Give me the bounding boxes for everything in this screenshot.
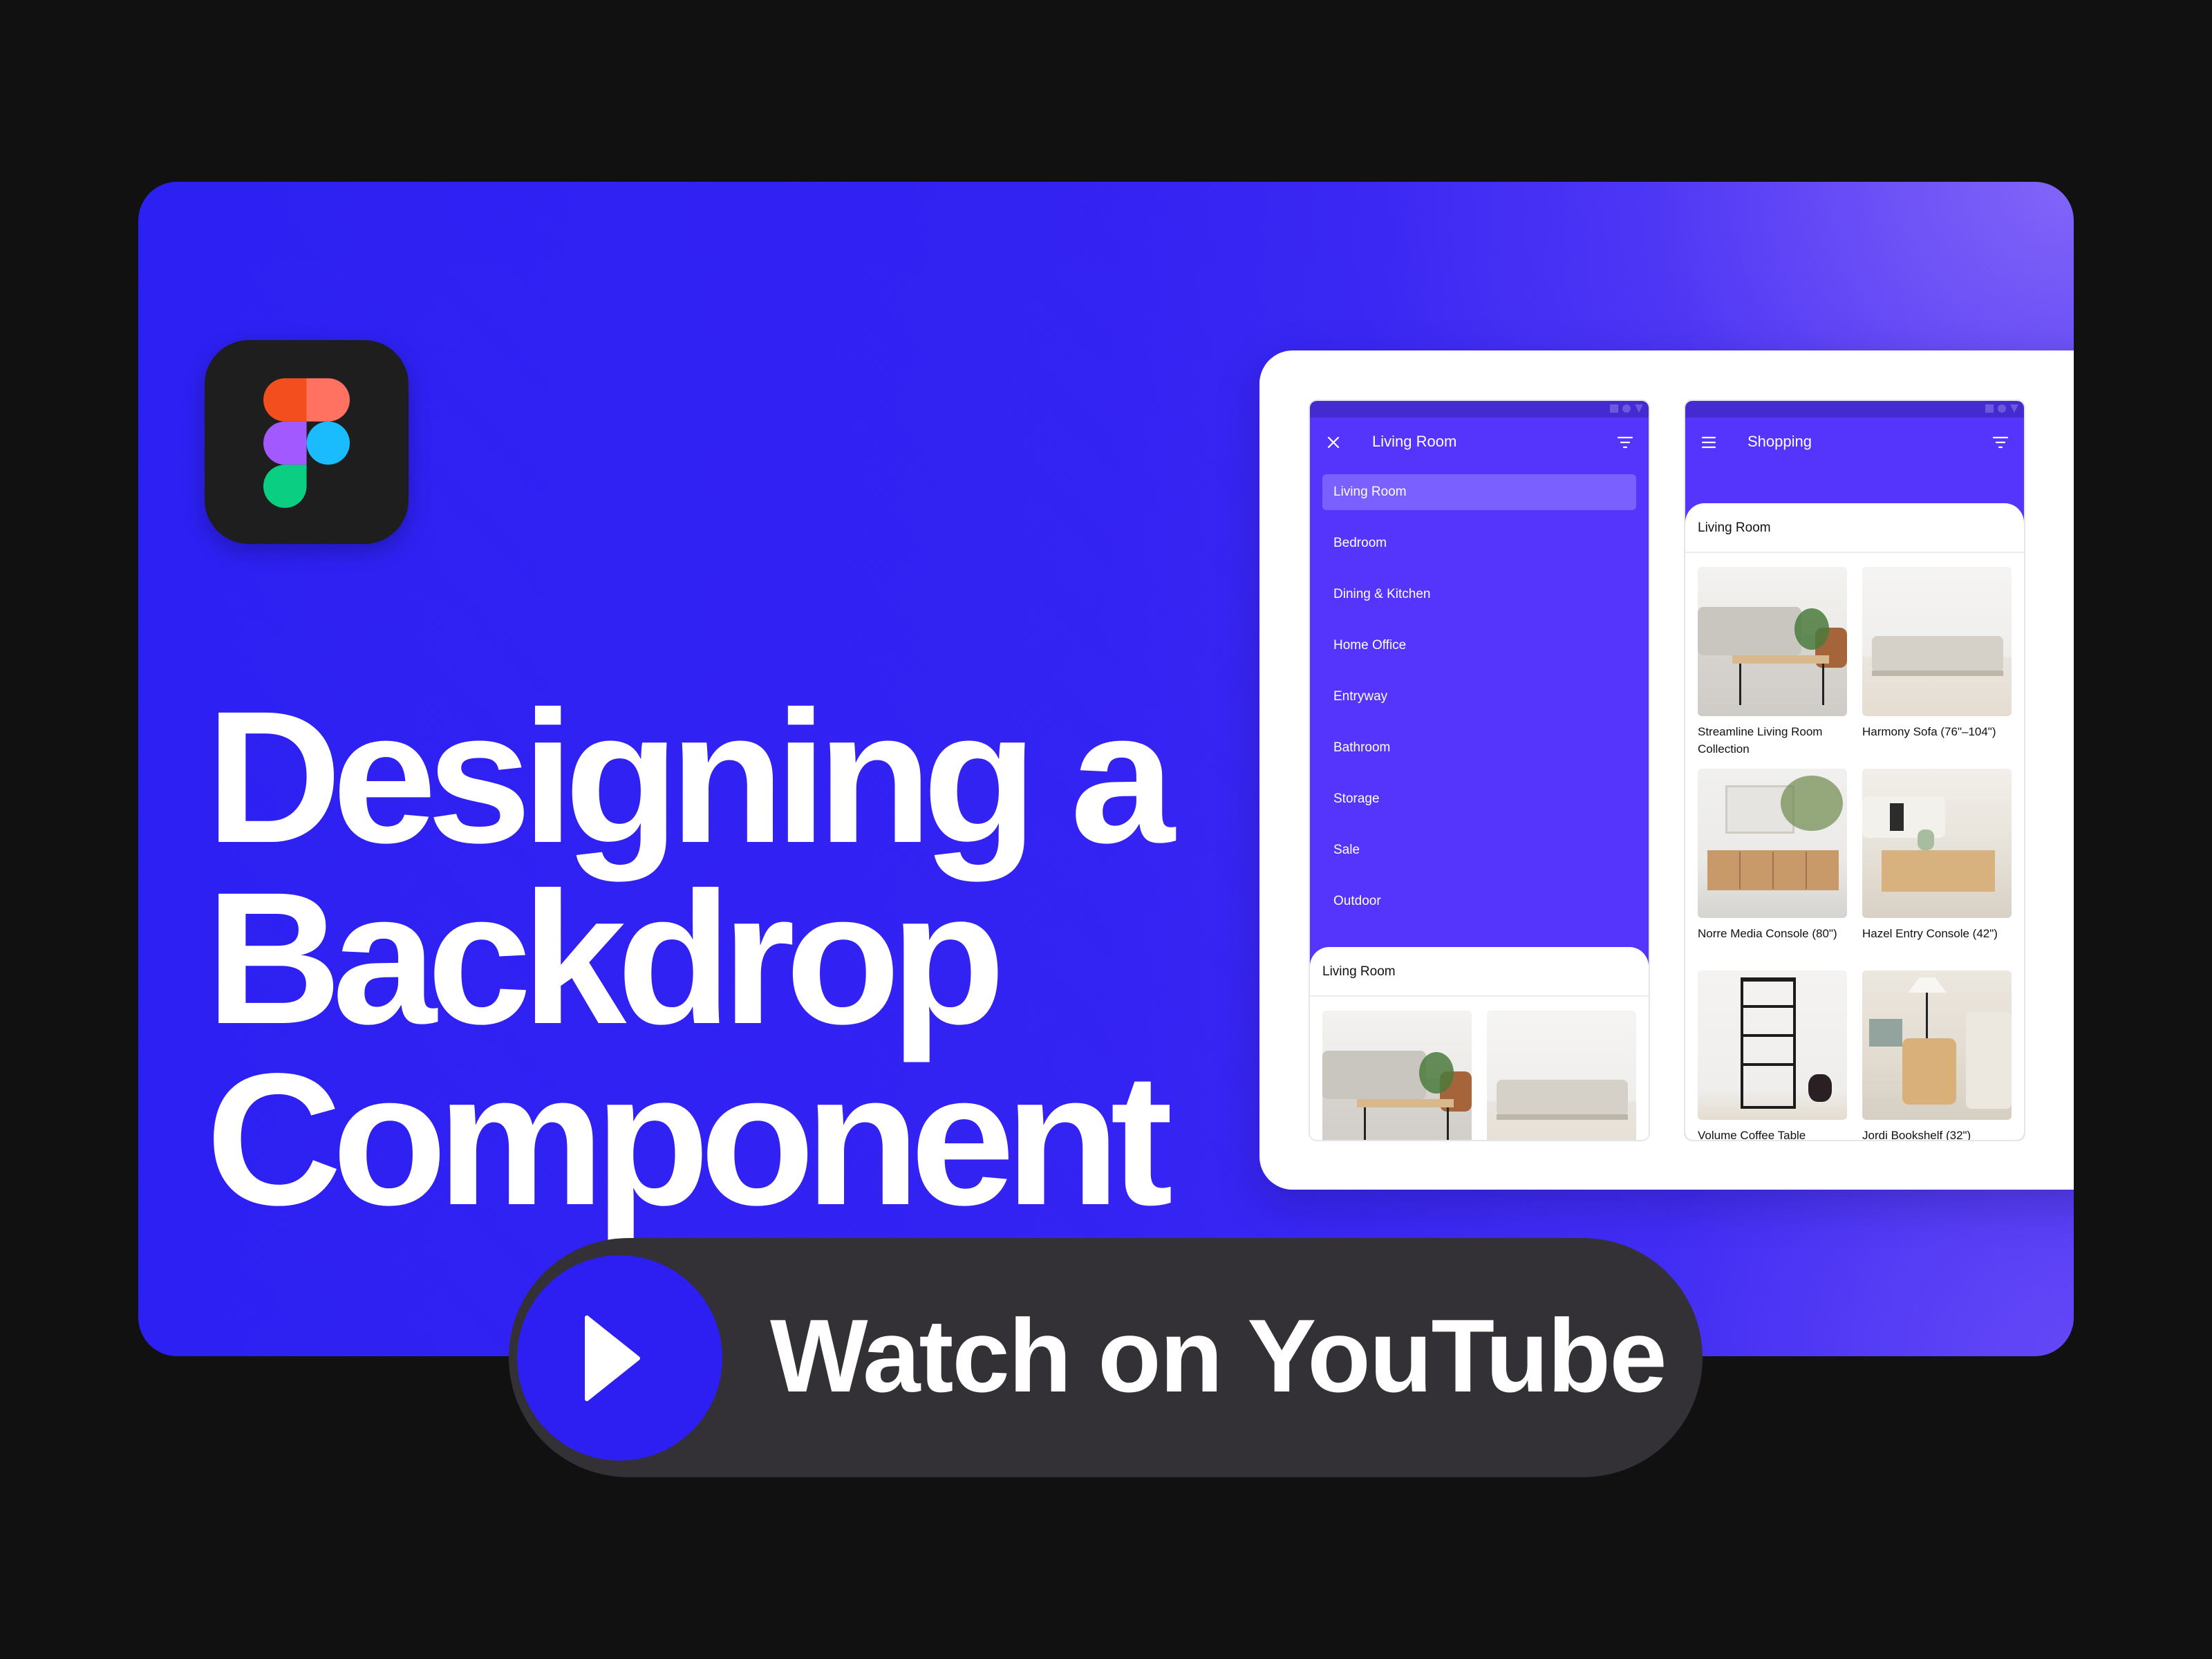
product-image-media-console [1698,769,1847,918]
product-name: Harmony Sofa (76"–104") [1862,725,1996,738]
product-image-burl-side-table [1862,971,2012,1120]
filter-icon[interactable] [1992,435,2009,449]
product-grid: Streamline Living Room Collection Harmon… [1685,553,2024,1141]
app-bar-title: Shopping [1747,433,1812,450]
product-image-black-bookshelf [1698,971,1847,1120]
headline-line-1: Designing a [206,672,1175,882]
play-icon [585,1315,640,1401]
product-name: Jordi Bookshelf (32") [1862,1129,1971,1141]
product-card[interactable]: Harmony Sofa (76"–104") [1862,567,2012,758]
nav-item-entryway[interactable]: Entryway [1322,679,1636,715]
phone-backdrop-concealed: Shopping Living Room Streamline Living R… [1684,400,2025,1141]
nav-item-storage[interactable]: Storage [1322,781,1636,817]
product-card[interactable]: Hazel Entry Console (42") [1862,769,2012,959]
product-image-living-room-set [1322,1011,1472,1140]
close-icon[interactable] [1325,434,1342,451]
product-card[interactable]: Norre Media Console (80") [1698,769,1847,959]
cta-label: Watch on YouTube [770,1297,1667,1414]
status-circle-icon [1622,404,1631,413]
nav-item-living-room[interactable]: Living Room [1322,474,1636,510]
product-image-living-room-set [1698,567,1847,716]
product-name: Norre Media Console (80") [1698,927,1837,940]
product-card[interactable]: Jordi Bookshelf (32") [1862,971,2012,1141]
nav-item-sale[interactable]: Sale [1322,832,1636,868]
sheet-title[interactable]: Living Room [1685,503,2024,553]
app-bar-title: Living Room [1372,433,1457,450]
product-image-burl-table [1862,769,2012,918]
product-name: Volume Coffee Table [1698,1129,1806,1141]
headline: Designing a Backdrop Component [206,672,1175,1244]
menu-icon[interactable] [1700,434,1717,451]
app-bar: Living Room [1310,418,1649,467]
figma-logo-icon [263,378,350,508]
front-layer-sheet: Living Room Streamline Living Room Colle… [1685,503,2024,1141]
product-image-sofa [1862,567,2012,716]
status-triangle-icon [1635,404,1643,413]
backdrop-layer [1685,467,2024,503]
device-mockup: Living Room Living Room Bedroom Dining &… [1259,350,2074,1190]
nav-item-dining-kitchen[interactable]: Dining & Kitchen [1322,577,1636,612]
phone-backdrop-revealed: Living Room Living Room Bedroom Dining &… [1309,400,1650,1141]
product-card[interactable] [1487,1011,1636,1140]
product-image-sofa [1487,1011,1636,1140]
front-layer-sheet: Living Room [1310,947,1649,1140]
app-bar: Shopping [1685,418,2024,467]
nav-item-outdoor[interactable]: Outdoor [1322,883,1636,919]
nav-item-home-office[interactable]: Home Office [1322,628,1636,664]
headline-line-2: Backdrop [206,853,1006,1063]
status-bar [1685,401,2024,418]
nav-item-bedroom[interactable]: Bedroom [1322,525,1636,561]
figma-app-tile [205,340,409,544]
status-square-icon [1985,404,1994,413]
status-triangle-icon [2010,404,2018,413]
product-card[interactable] [1322,1011,1472,1140]
nav-item-bathroom[interactable]: Bathroom [1322,730,1636,766]
product-name: Hazel Entry Console (42") [1862,927,1998,940]
category-list: Living Room Bedroom Dining & Kitchen Hom… [1310,467,1649,919]
status-bar [1310,401,1649,418]
status-circle-icon [1998,404,2006,413]
product-name: Streamline Living Room Collection [1698,725,1823,756]
product-grid [1310,997,1649,1140]
product-card[interactable]: Volume Coffee Table [1698,971,1847,1141]
headline-line-3: Component [206,1034,1173,1244]
sheet-title[interactable]: Living Room [1310,947,1649,997]
product-card[interactable]: Streamline Living Room Collection [1698,567,1847,758]
filter-icon[interactable] [1617,435,1633,449]
play-button[interactable] [517,1255,722,1461]
hero-card: Designing a Backdrop Component Living Ro… [138,182,2074,1356]
status-square-icon [1610,404,1618,413]
backdrop-layer: Living Room Bedroom Dining & Kitchen Hom… [1310,467,1649,975]
watch-on-youtube-button[interactable]: Watch on YouTube [509,1238,1703,1477]
